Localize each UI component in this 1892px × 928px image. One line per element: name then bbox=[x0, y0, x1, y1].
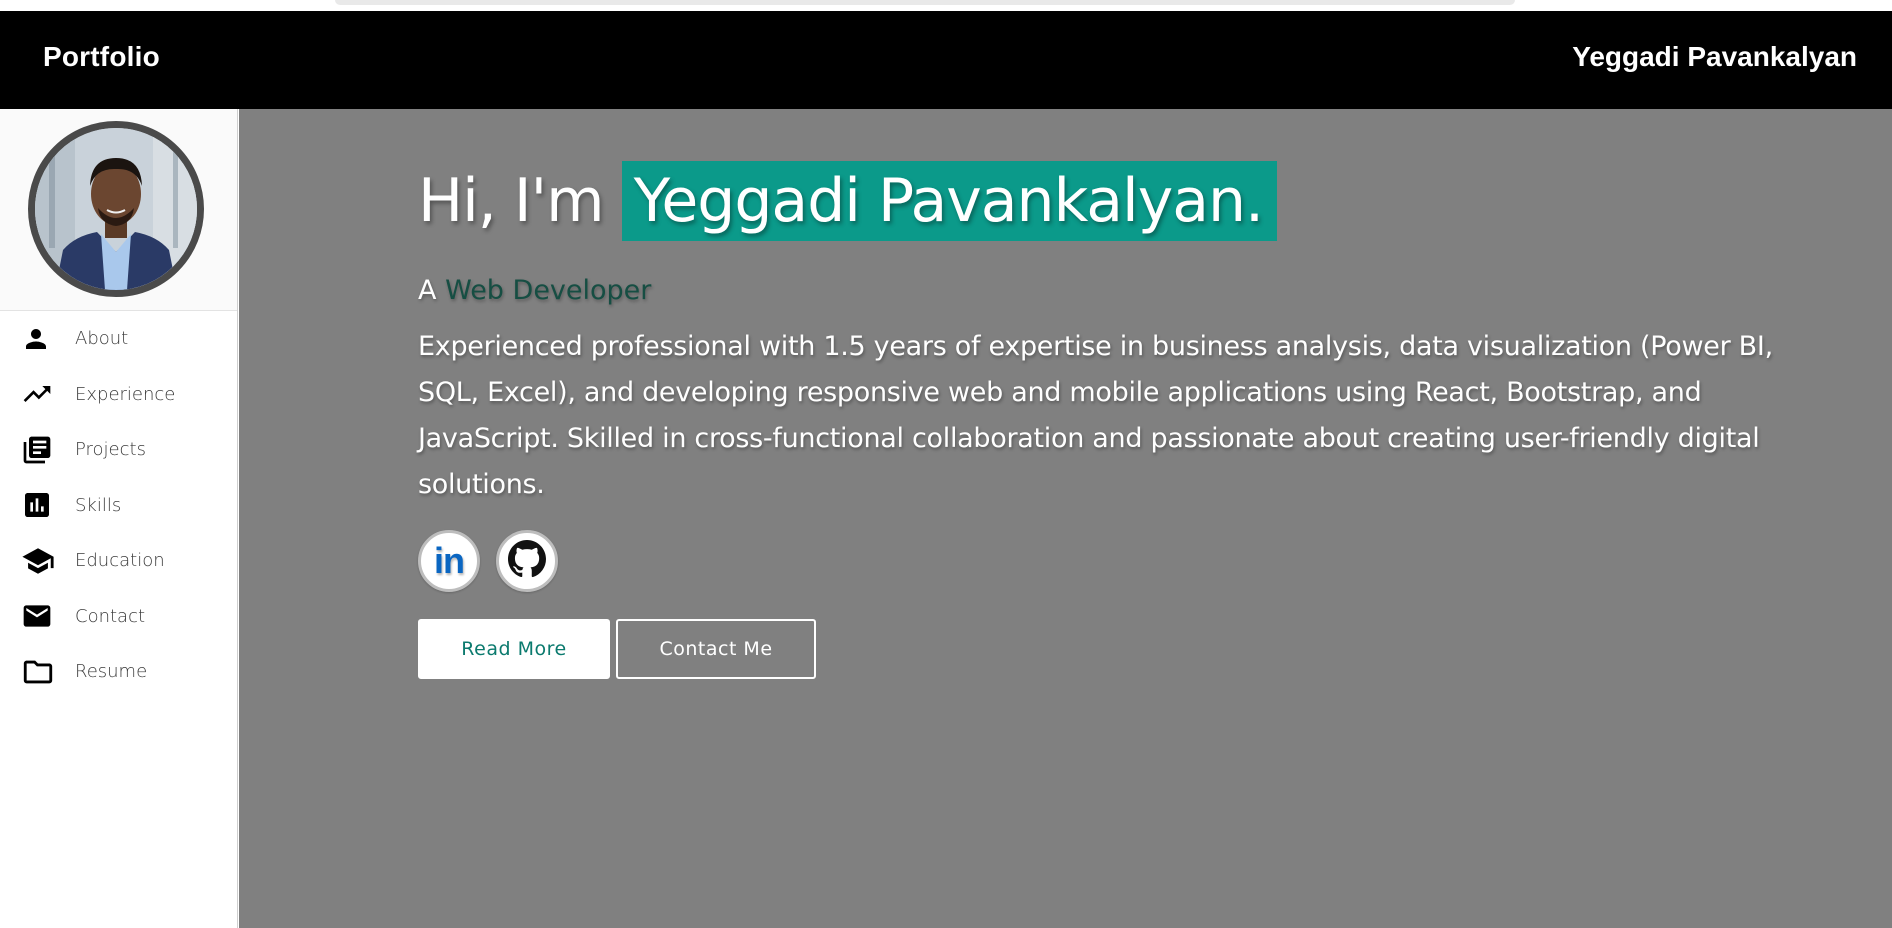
folder-icon bbox=[21, 655, 55, 689]
bar-chart-icon bbox=[21, 488, 55, 522]
hero-bio: Experienced professional with 1.5 years … bbox=[418, 331, 1773, 500]
github-icon bbox=[508, 539, 546, 583]
sidebar-item-contact[interactable]: Contact bbox=[0, 589, 237, 645]
sidebar-item-education[interactable]: Education bbox=[0, 533, 237, 589]
sidebar-item-projects[interactable]: Projects bbox=[0, 422, 237, 478]
library-books-icon bbox=[21, 433, 55, 467]
linkedin-link[interactable]: in bbox=[418, 530, 480, 592]
sidebar: About Experience Projects Skills Educati… bbox=[0, 109, 238, 928]
social-links: in bbox=[418, 530, 1838, 592]
sidebar-item-experience[interactable]: Experience bbox=[0, 367, 237, 423]
hero-role: A Web Developer bbox=[418, 275, 1838, 306]
hero-section: Hi, I'm Yeggadi Pavankalyan. A Web Devel… bbox=[239, 109, 1892, 928]
role-title: Web Developer bbox=[445, 275, 652, 306]
sidebar-item-about[interactable]: About bbox=[0, 311, 237, 367]
top-navbar: Portfolio Yeggadi Pavankalyan bbox=[0, 11, 1892, 109]
sidebar-item-label: About bbox=[75, 328, 129, 350]
sidebar-item-resume[interactable]: Resume bbox=[0, 644, 237, 700]
hero-heading: Hi, I'm Yeggadi Pavankalyan. bbox=[418, 161, 1838, 241]
owner-name: Yeggadi Pavankalyan bbox=[1572, 41, 1857, 72]
profile-photo bbox=[35, 128, 197, 290]
sidebar-item-label: Contact bbox=[75, 605, 146, 627]
profile-avatar bbox=[28, 121, 204, 297]
hero-name-highlight: Yeggadi Pavankalyan. bbox=[621, 161, 1278, 241]
mail-icon bbox=[21, 599, 55, 633]
sidebar-item-label: Skills bbox=[75, 494, 122, 516]
read-more-button[interactable]: Read More bbox=[418, 619, 610, 679]
browser-tab-edge bbox=[335, 0, 1515, 5]
contact-me-button[interactable]: Contact Me bbox=[616, 619, 816, 679]
sidebar-item-label: Resume bbox=[75, 661, 148, 683]
person-icon bbox=[21, 322, 55, 356]
role-prefix: A bbox=[418, 275, 437, 306]
hero-greeting: Hi, I'm bbox=[418, 166, 605, 236]
github-link[interactable] bbox=[496, 530, 558, 592]
sidebar-item-skills[interactable]: Skills bbox=[0, 478, 237, 534]
avatar-container bbox=[0, 109, 237, 311]
browser-top-strip bbox=[0, 0, 1892, 11]
graduation-cap-icon bbox=[21, 544, 55, 578]
hero-content: Hi, I'm Yeggadi Pavankalyan. A Web Devel… bbox=[418, 161, 1838, 679]
sidebar-item-label: Experience bbox=[75, 383, 176, 405]
hero-actions: Read More Contact Me bbox=[418, 619, 1838, 679]
sidebar-item-label: Projects bbox=[75, 439, 146, 461]
trending-up-icon bbox=[21, 377, 55, 411]
sidebar-item-label: Education bbox=[75, 550, 165, 572]
linkedin-icon: in bbox=[434, 540, 465, 581]
brand-title[interactable]: Portfolio bbox=[43, 41, 160, 73]
sidebar-nav: About Experience Projects Skills Educati… bbox=[0, 311, 237, 700]
